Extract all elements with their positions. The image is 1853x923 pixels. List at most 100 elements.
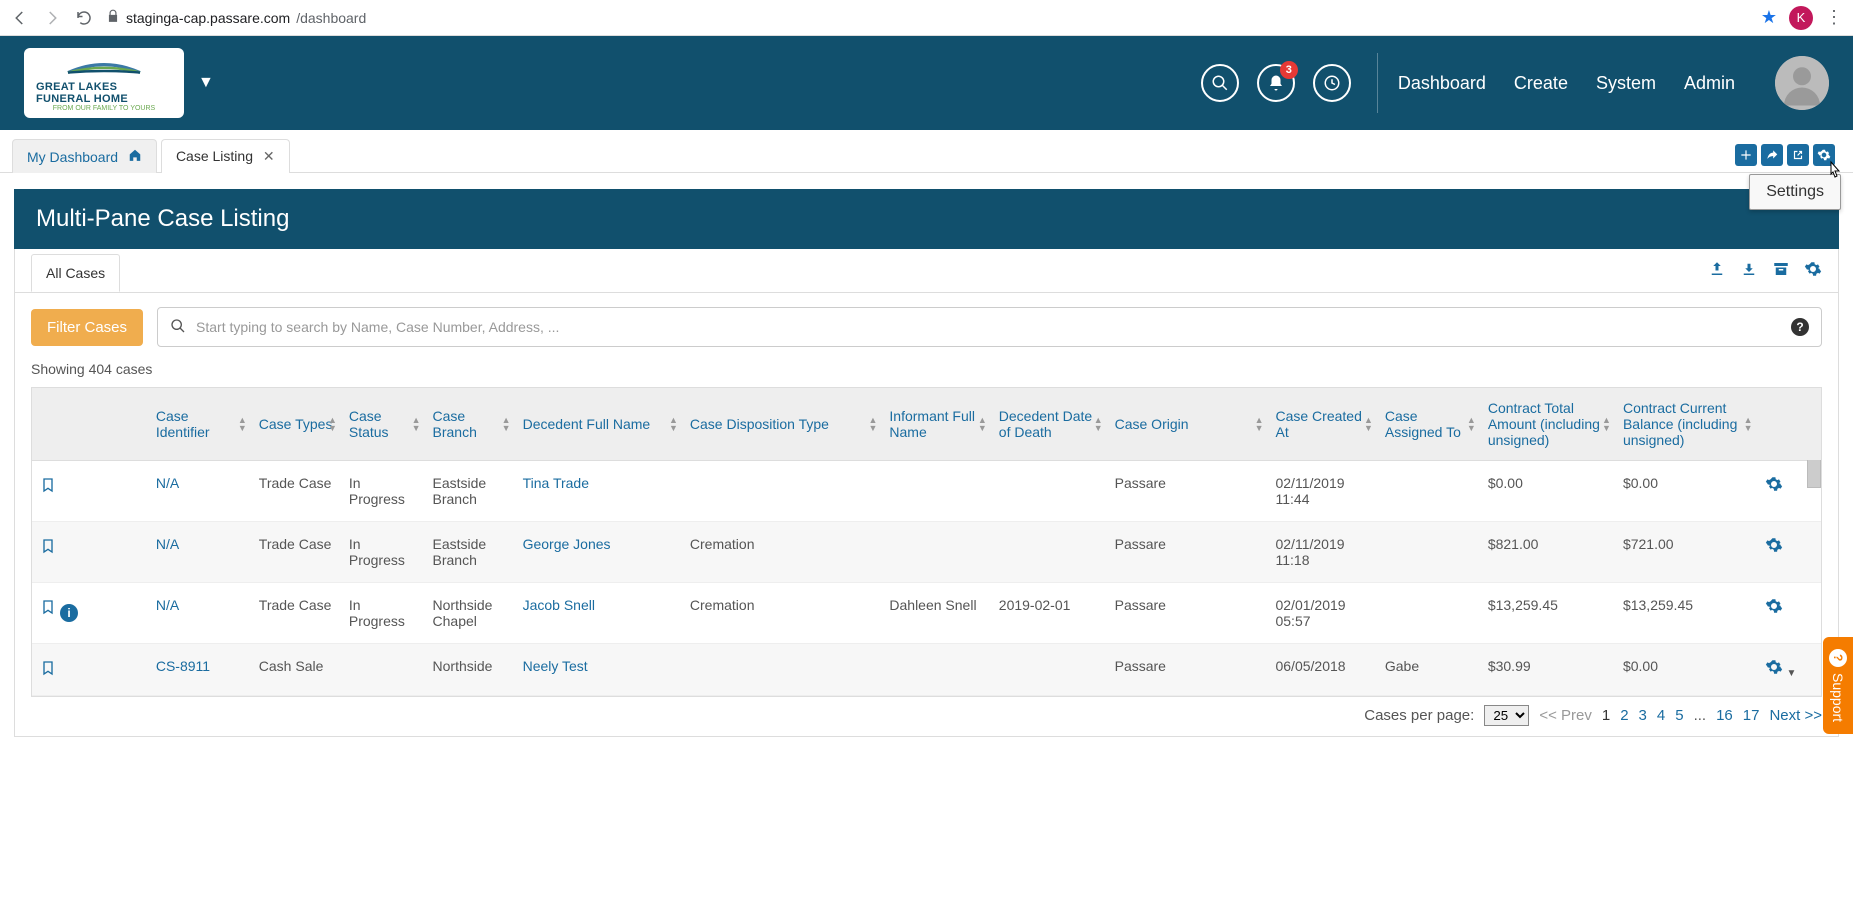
- bookmark-icon[interactable]: [40, 482, 56, 498]
- table-row[interactable]: N/ATrade CaseIn ProgressEastside BranchG…: [32, 522, 1821, 583]
- back-icon[interactable]: [10, 8, 30, 28]
- cell-dod: 2019-02-01: [991, 583, 1107, 644]
- cell-informant: [881, 522, 990, 583]
- col-contract-total[interactable]: Contract Total Amount (including unsigne…: [1480, 388, 1615, 461]
- subtab-row: All Cases: [15, 249, 1838, 293]
- col-case-status[interactable]: Case Status▲▼: [341, 388, 425, 461]
- logo[interactable]: GREAT LAKES FUNERAL HOME FROM OUR FAMILY…: [24, 48, 184, 118]
- page-5[interactable]: 5: [1675, 707, 1683, 724]
- decedent-link[interactable]: Tina Trade: [523, 475, 589, 491]
- bookmark-star-icon[interactable]: ★: [1761, 7, 1777, 28]
- row-gear-icon[interactable]: [1765, 663, 1783, 679]
- download-icon[interactable]: [1740, 260, 1758, 281]
- page-ellipsis: ...: [1694, 707, 1707, 724]
- cell-disposition: Cremation: [682, 583, 881, 644]
- history-button[interactable]: [1313, 64, 1351, 102]
- address-bar[interactable]: staginga-cap.passare.com/dashboard: [106, 9, 1749, 26]
- browser-profile-avatar[interactable]: K: [1789, 6, 1813, 30]
- prev-page[interactable]: << Prev: [1539, 707, 1592, 724]
- filter-cases-button[interactable]: Filter Cases: [31, 309, 143, 346]
- cell-dod: [991, 522, 1107, 583]
- home-icon: [128, 149, 142, 165]
- decedent-link[interactable]: Neely Test: [523, 658, 588, 674]
- popout-button[interactable]: [1787, 144, 1809, 166]
- per-page-select[interactable]: 25: [1484, 705, 1529, 726]
- caret-down-icon[interactable]: ▼: [1787, 668, 1797, 679]
- logo-tagline: FROM OUR FAMILY TO YOURS: [53, 105, 155, 112]
- col-informant-name[interactable]: Informant Full Name▲▼: [881, 388, 990, 461]
- share-button[interactable]: [1761, 144, 1783, 166]
- support-tab[interactable]: ? Support: [1823, 637, 1853, 734]
- cell-branch: Northside: [425, 644, 515, 696]
- org-chevron-down-icon[interactable]: ▼: [198, 74, 214, 92]
- table-row[interactable]: iN/ATrade CaseIn ProgressNorthside Chape…: [32, 583, 1821, 644]
- decedent-link[interactable]: Jacob Snell: [523, 597, 595, 613]
- nav-dashboard[interactable]: Dashboard: [1398, 73, 1486, 94]
- info-icon[interactable]: i: [60, 604, 78, 622]
- case-id-link[interactable]: N/A: [156, 536, 179, 552]
- page-title: Multi-Pane Case Listing: [14, 189, 1839, 249]
- col-case-branch[interactable]: Case Branch▲▼: [425, 388, 515, 461]
- notifications-button[interactable]: 3: [1257, 64, 1295, 102]
- url-host: staginga-cap.passare.com: [126, 10, 290, 26]
- cell-types: Trade Case: [251, 461, 341, 522]
- nav-system[interactable]: System: [1596, 73, 1656, 94]
- user-avatar[interactable]: [1775, 56, 1829, 110]
- col-date-of-death[interactable]: Decedent Date of Death▲▼: [991, 388, 1107, 461]
- logo-graphic: [64, 55, 144, 79]
- table-row[interactable]: CS-8911Cash SaleNorthsideNeely TestPassa…: [32, 644, 1821, 696]
- col-contract-balance[interactable]: Contract Current Balance (including unsi…: [1615, 388, 1757, 461]
- tab-my-dashboard[interactable]: My Dashboard: [12, 139, 157, 173]
- cell-status: [341, 644, 425, 696]
- page-16[interactable]: 16: [1716, 707, 1733, 724]
- cell-created: 02/11/2019 11:18: [1267, 522, 1376, 583]
- cell-origin: Passare: [1107, 522, 1268, 583]
- bookmark-icon[interactable]: [40, 665, 56, 681]
- next-page[interactable]: Next >>: [1769, 707, 1822, 724]
- forward-icon[interactable]: [42, 8, 62, 28]
- table-settings-icon[interactable]: [1804, 260, 1822, 281]
- reload-icon[interactable]: [74, 8, 94, 28]
- col-decedent-name[interactable]: Decedent Full Name▲▼: [515, 388, 682, 461]
- support-label: Support: [1830, 673, 1846, 722]
- table-row[interactable]: N/ATrade CaseIn ProgressEastside BranchT…: [32, 461, 1821, 522]
- col-assigned-to[interactable]: Case Assigned To▲▼: [1377, 388, 1480, 461]
- row-gear-icon[interactable]: [1765, 541, 1783, 557]
- page-3[interactable]: 3: [1639, 707, 1647, 724]
- col-case-identifier[interactable]: Case Identifier▲▼: [148, 388, 251, 461]
- add-tab-button[interactable]: [1735, 144, 1757, 166]
- cell-assigned: [1377, 461, 1480, 522]
- search-input[interactable]: Start typing to search by Name, Case Num…: [157, 307, 1822, 347]
- case-id-link[interactable]: N/A: [156, 475, 179, 491]
- filter-row: Filter Cases Start typing to search by N…: [15, 293, 1838, 357]
- browser-menu-icon[interactable]: ⋮: [1825, 7, 1843, 28]
- nav-create[interactable]: Create: [1514, 73, 1568, 94]
- bookmark-icon[interactable]: [40, 543, 56, 559]
- page-2[interactable]: 2: [1620, 707, 1628, 724]
- header-divider: [1377, 53, 1378, 113]
- case-id-link[interactable]: N/A: [156, 597, 179, 613]
- bookmark-icon[interactable]: [40, 604, 56, 620]
- cell-assigned: Gabe: [1377, 644, 1480, 696]
- subtab-all-cases[interactable]: All Cases: [31, 254, 120, 292]
- upload-icon[interactable]: [1708, 260, 1726, 281]
- col-case-origin[interactable]: Case Origin▲▼: [1107, 388, 1268, 461]
- col-case-types[interactable]: Case Types▲▼: [251, 388, 341, 461]
- page-4[interactable]: 4: [1657, 707, 1665, 724]
- search-button[interactable]: [1201, 64, 1239, 102]
- archive-icon[interactable]: [1772, 260, 1790, 281]
- col-actions: [1757, 388, 1821, 461]
- nav-admin[interactable]: Admin: [1684, 73, 1735, 94]
- row-gear-icon[interactable]: [1765, 480, 1783, 496]
- tab-my-dashboard-label[interactable]: My Dashboard: [27, 149, 118, 165]
- col-created-at[interactable]: Case Created At▲▼: [1267, 388, 1376, 461]
- help-icon[interactable]: ?: [1791, 318, 1809, 336]
- page-17[interactable]: 17: [1743, 707, 1760, 724]
- page-1: 1: [1602, 707, 1610, 724]
- decedent-link[interactable]: George Jones: [523, 536, 611, 552]
- row-gear-icon[interactable]: [1765, 602, 1783, 618]
- close-icon[interactable]: ✕: [263, 148, 275, 164]
- case-id-link[interactable]: CS-8911: [156, 658, 210, 674]
- col-disposition-type[interactable]: Case Disposition Type▲▼: [682, 388, 881, 461]
- tab-case-listing[interactable]: Case Listing ✕: [161, 139, 290, 173]
